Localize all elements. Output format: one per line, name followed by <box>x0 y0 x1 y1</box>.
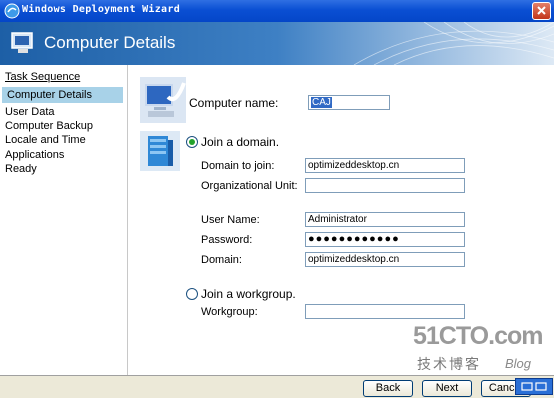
join-domain-radio[interactable] <box>186 136 198 148</box>
watermark-subtitle: 技术博客 <box>417 356 481 372</box>
workgroup-label: Workgroup: <box>201 306 258 318</box>
computer-name-field[interactable]: CAJ <box>308 95 390 110</box>
taskbar-tray-icon[interactable] <box>515 378 553 395</box>
organizational-unit-field[interactable] <box>305 178 465 193</box>
workgroup-field[interactable] <box>305 304 465 319</box>
task-sequence-sidebar: Task Sequence Computer Details User Data… <box>0 65 128 375</box>
window-title: Windows Deployment Wizard <box>22 4 181 15</box>
next-button[interactable]: Next <box>422 380 472 397</box>
deployment-app-icon <box>4 3 20 19</box>
computer-name-icon <box>140 77 186 123</box>
window-titlebar: Windows Deployment Wizard <box>0 0 554 22</box>
page-header: Computer Details <box>0 22 554 65</box>
user-name-label: User Name: <box>201 214 260 226</box>
user-name-field[interactable]: Administrator <box>305 212 465 227</box>
back-button[interactable]: Back <box>363 380 413 397</box>
watermark-brand: 51CTO.com <box>413 322 543 350</box>
watermark: 51CTO.com 技术博客 Blog <box>405 320 554 380</box>
close-button[interactable] <box>532 2 551 20</box>
sidebar-item-computer-details[interactable]: Computer Details <box>2 87 123 103</box>
join-workgroup-label[interactable]: Join a workgroup. <box>201 287 296 301</box>
domain-to-join-label: Domain to join: <box>201 160 275 172</box>
server-icon <box>140 131 180 171</box>
watermark-blog: Blog <box>505 356 532 371</box>
organizational-unit-label: Organizational Unit: <box>201 180 298 192</box>
join-workgroup-radio[interactable] <box>186 288 198 300</box>
sidebar-item-locale-and-time[interactable]: Locale and Time <box>5 132 123 148</box>
computer-icon <box>11 32 33 53</box>
domain-to-join-field[interactable]: optimizeddesktop.cn <box>305 158 465 173</box>
computer-name-label: Computer name: <box>189 96 279 110</box>
password-field[interactable]: ●●●●●●●●●●●● <box>305 232 465 247</box>
header-decoration <box>353 22 554 65</box>
close-icon <box>537 6 546 15</box>
page-title: Computer Details <box>44 33 176 52</box>
password-label: Password: <box>201 234 253 246</box>
join-domain-label[interactable]: Join a domain. <box>201 135 279 149</box>
task-sequence-heading: Task Sequence <box>5 71 81 83</box>
domain-field[interactable]: optimizeddesktop.cn <box>305 252 465 267</box>
window-icon <box>521 382 547 391</box>
sidebar-item-ready[interactable]: Ready <box>5 161 123 177</box>
computer-name-value: CAJ <box>311 97 332 108</box>
domain-label: Domain: <box>201 254 242 266</box>
